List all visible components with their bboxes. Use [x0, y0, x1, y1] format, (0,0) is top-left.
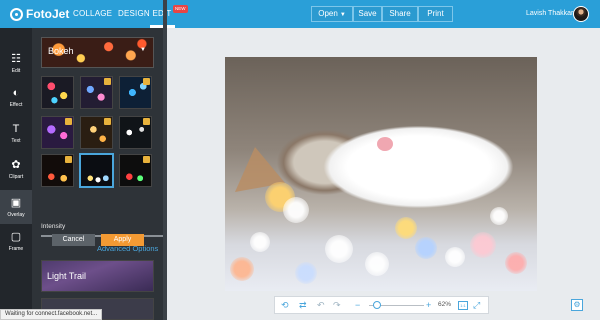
- bokeh-light: [283, 197, 309, 223]
- zoom-slider-handle[interactable]: [373, 301, 381, 309]
- premium-crown-icon: [65, 118, 72, 125]
- chevron-down-icon: ▼: [140, 47, 146, 53]
- rail-item-clipart[interactable]: ✿ Clipart: [0, 152, 32, 186]
- bokeh-light: [295, 262, 317, 284]
- zoom-value: 62%: [438, 301, 452, 308]
- rail-item-edit[interactable]: ☷ Edit: [0, 46, 32, 80]
- zoom-out-icon[interactable]: −: [355, 299, 360, 311]
- rail-item-text[interactable]: T Text: [0, 116, 32, 150]
- bokeh-thumbnail[interactable]: [80, 116, 113, 149]
- rail-item-overlay[interactable]: ▣ Overlay: [0, 190, 32, 224]
- canvas-toolbar: ⟲ ⇄ ↶ ↷ − + 62% 1:1 ⤢: [274, 296, 489, 314]
- bokeh-thumbnail[interactable]: [119, 154, 152, 187]
- zoom-in-icon[interactable]: +: [426, 299, 431, 311]
- bokeh-light: [250, 232, 270, 252]
- rail-item-effect[interactable]: ◐ Effect: [0, 80, 32, 114]
- premium-crown-icon: [104, 118, 111, 125]
- category-title: Bokeh: [48, 46, 74, 56]
- premium-crown-icon: [143, 118, 150, 125]
- rail-item-label: Effect: [9, 102, 23, 108]
- bokeh-thumbnail-selected[interactable]: [80, 154, 113, 187]
- panel-collapse-handle[interactable]: [163, 0, 167, 320]
- avatar[interactable]: [573, 6, 589, 22]
- rail-item-label: Text: [11, 138, 21, 144]
- canvas-photo[interactable]: [225, 57, 537, 291]
- bokeh-light: [365, 252, 389, 276]
- nav-collage[interactable]: COLLAGE: [73, 0, 112, 28]
- actual-size-icon[interactable]: 1:1: [458, 301, 468, 310]
- bokeh-light: [490, 207, 508, 225]
- browser-status-bar: Waiting for connect.facebook.net...: [0, 309, 103, 320]
- premium-crown-icon: [65, 156, 72, 163]
- premium-crown-icon: [143, 156, 150, 163]
- top-bar: FotoJet COLLAGE DESIGN EDIT NEW Open ▼ Sa…: [0, 0, 600, 28]
- bokeh-light: [470, 232, 496, 258]
- premium-crown-icon: [143, 78, 150, 85]
- rail-item-label: Edit: [11, 68, 21, 74]
- save-button[interactable]: Save: [353, 6, 382, 22]
- logo-text: FotoJet: [26, 7, 70, 21]
- fotojet-logo[interactable]: FotoJet: [10, 6, 69, 22]
- bokeh-thumbnail[interactable]: [41, 76, 74, 109]
- cancel-button[interactable]: Cancel: [52, 234, 95, 246]
- logo-icon: [10, 7, 23, 21]
- bokeh-light: [230, 257, 254, 281]
- chevron-down-icon: ▼: [339, 12, 346, 18]
- intensity-label: Intensity: [41, 223, 66, 230]
- gear-icon[interactable]: ⚙: [571, 299, 583, 311]
- user-name[interactable]: Lavish Thakkar: [526, 0, 573, 28]
- new-badge: NEW: [173, 5, 188, 13]
- flip-icon[interactable]: ⇄: [299, 299, 307, 311]
- rail-item-label: Frame: [8, 246, 24, 252]
- redo-icon[interactable]: ↷: [333, 299, 341, 311]
- undo-icon[interactable]: ↶: [317, 299, 325, 311]
- clipart-icon: ✿: [11, 159, 21, 171]
- bokeh-thumbnail[interactable]: [80, 76, 113, 109]
- nav-design[interactable]: DESIGN: [118, 0, 150, 28]
- category-title: Light Trail: [47, 271, 87, 281]
- text-icon: T: [12, 123, 20, 135]
- fullscreen-icon[interactable]: ⤢: [473, 299, 480, 311]
- tool-rail: ☷ Edit ◐ Effect T Text ✿ Clipart ▣ Overl…: [0, 28, 32, 320]
- apply-button[interactable]: Apply: [101, 234, 144, 246]
- premium-crown-icon: [104, 78, 111, 85]
- category-header-bokeh[interactable]: Bokeh ▼: [41, 37, 154, 68]
- open-label: Open: [318, 9, 338, 18]
- print-button[interactable]: Print: [418, 6, 453, 22]
- overlay-icon: ▣: [10, 197, 22, 209]
- effect-icon: ◐: [12, 87, 20, 99]
- bokeh-light: [505, 252, 527, 274]
- bokeh-thumbnail[interactable]: [119, 76, 152, 109]
- category-header-light-trail[interactable]: Light Trail: [41, 260, 154, 292]
- overlay-panel: Bokeh ▼ Intensity 100 Advanced Options C…: [32, 28, 163, 320]
- rail-item-frame[interactable]: ▢ Frame: [0, 224, 32, 258]
- rail-item-label: Overlay: [7, 212, 25, 218]
- bokeh-thumbnail[interactable]: [41, 116, 74, 149]
- share-button[interactable]: Share: [382, 6, 418, 22]
- cat-nose: [377, 137, 393, 151]
- bokeh-thumbnail[interactable]: [119, 116, 152, 149]
- bokeh-light: [325, 235, 353, 263]
- frame-icon: ▢: [10, 231, 22, 243]
- sliders-icon: ☷: [11, 53, 21, 65]
- open-button[interactable]: Open ▼: [311, 6, 353, 22]
- rail-item-label: Clipart: [8, 174, 24, 180]
- bokeh-light: [445, 247, 465, 267]
- bokeh-thumbnail[interactable]: [41, 154, 74, 187]
- bokeh-light: [395, 217, 417, 239]
- reset-icon[interactable]: ⟲: [281, 299, 289, 311]
- nav-edit[interactable]: EDIT: [148, 0, 176, 28]
- bokeh-light: [415, 237, 437, 259]
